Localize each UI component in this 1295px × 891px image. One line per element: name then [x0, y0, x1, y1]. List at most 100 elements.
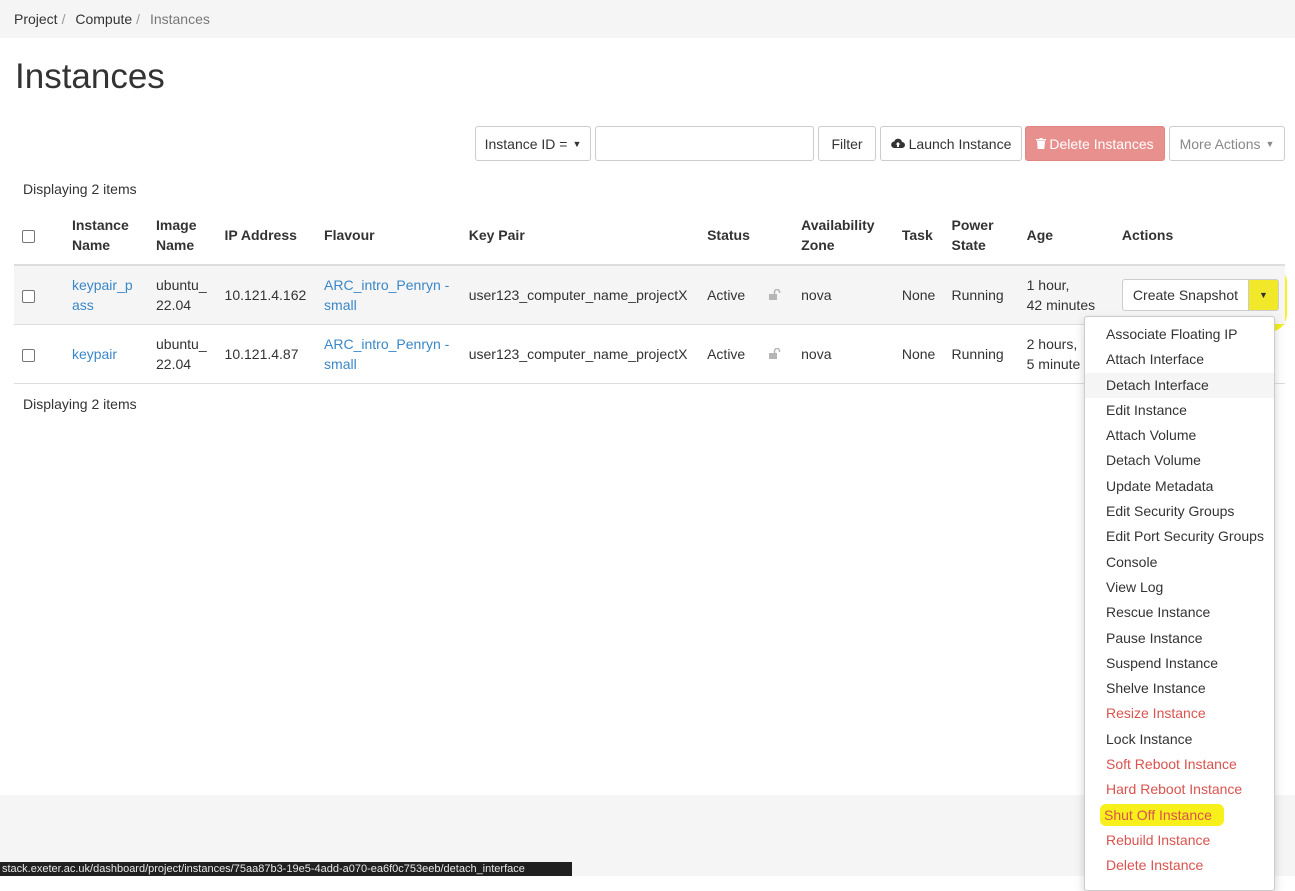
row-select-cell — [14, 265, 66, 325]
menu-item-shelve-instance[interactable]: Shelve Instance — [1085, 676, 1274, 701]
launch-instance-label: Launch Instance — [908, 135, 1012, 152]
row-checkbox[interactable] — [22, 348, 35, 362]
row-select-cell — [14, 324, 66, 384]
filter-field-select[interactable]: Instance ID = ▼ — [475, 126, 591, 161]
menu-item-label: Attach Interface — [1106, 351, 1205, 368]
status-text: Active — [707, 286, 746, 303]
image-name-text: 22.04 — [156, 297, 192, 313]
filter-button-label: Filter — [831, 135, 863, 152]
image-name-cell: ubuntu_ 22.04 — [150, 265, 219, 325]
instance-name-text: keypair — [71, 346, 118, 362]
header-image-name[interactable]: Image Name — [150, 206, 219, 266]
breadcrumb-compute[interactable]: Compute — [75, 11, 132, 27]
task-cell: None — [895, 265, 946, 325]
header-label: Status — [707, 227, 750, 243]
flavour-text: ARC_intro_Penryn - — [324, 336, 450, 352]
instance-name-link[interactable]: keypair_p ass — [72, 277, 133, 313]
instance-actions-menu: Associate Floating IP Attach Interface Det… — [1084, 316, 1275, 891]
menu-item-detach-interface[interactable]: Detach Interface — [1085, 372, 1274, 398]
age-text: 5 minute — [1026, 356, 1081, 372]
menu-item-label: Pause Instance — [1106, 629, 1203, 646]
header-availability-zone[interactable]: Availability Zone — [795, 206, 896, 266]
select-all-header — [14, 206, 66, 266]
menu-item-label: Detach Interface — [1106, 376, 1209, 393]
menu-item-label: Rescue Instance — [1106, 604, 1211, 621]
header-label: Actions — [1121, 227, 1174, 243]
header-ip-address[interactable]: IP Address — [218, 206, 319, 266]
menu-item-label: Edit Port Security Groups — [1106, 528, 1264, 545]
table-header-row: Instance Name Image Name IP Address Flav… — [14, 206, 1285, 266]
menu-item-associate-floating-ip[interactable]: Associate Floating IP — [1085, 322, 1274, 347]
header-label: Age — [1026, 227, 1054, 243]
filter-button[interactable]: Filter — [818, 126, 876, 161]
menu-item-view-log[interactable]: View Log — [1085, 575, 1274, 600]
filter-input[interactable] — [595, 126, 814, 161]
instance-name-cell: keypair_p ass — [65, 265, 151, 325]
header-age[interactable]: Age — [1020, 206, 1116, 266]
row-checkbox[interactable] — [22, 289, 35, 303]
select-all-checkbox[interactable] — [22, 229, 35, 243]
instance-name-link[interactable]: keypair — [72, 346, 117, 362]
flavour-link[interactable]: ARC_intro_Penryn - small — [324, 336, 449, 372]
actions-dropdown-toggle[interactable]: ▼ — [1249, 279, 1279, 311]
more-actions-button[interactable]: More Actions ▼ — [1169, 126, 1285, 161]
status-cell: Active — [701, 324, 796, 384]
status-text: Active — [707, 345, 746, 362]
menu-item-label: Shelve Instance — [1106, 680, 1206, 697]
create-snapshot-button[interactable]: Create Snapshot — [1121, 279, 1249, 311]
availability-zone-cell: nova — [795, 265, 896, 325]
menu-item-shut-off-instance[interactable]: Shut Off Instance — [1085, 803, 1274, 828]
flavour-text: small — [324, 297, 357, 313]
menu-item-console[interactable]: Console — [1085, 550, 1274, 575]
header-instance-name[interactable]: Instance Name — [65, 206, 151, 266]
menu-item-attach-volume[interactable]: Attach Volume — [1085, 423, 1274, 448]
unlock-icon — [765, 288, 780, 303]
header-key-pair[interactable]: Key Pair — [462, 206, 702, 266]
menu-item-resize-instance[interactable]: Resize Instance — [1085, 701, 1274, 726]
menu-item-label: Rebuild Instance — [1106, 831, 1211, 848]
instance-name-text: keypair_p — [71, 277, 133, 293]
menu-item-label: Suspend Instance — [1106, 654, 1219, 671]
key-pair-cell: user123_computer_name_projectX — [462, 324, 702, 384]
menu-item-soft-reboot-instance[interactable]: Soft Reboot Instance — [1085, 752, 1274, 777]
launch-instance-button[interactable]: Launch Instance — [880, 126, 1022, 161]
menu-item-lock-instance[interactable]: Lock Instance — [1085, 727, 1274, 752]
header-power-state[interactable]: Power State — [945, 206, 1021, 266]
breadcrumb: Project / Compute / Instances — [0, 0, 1295, 38]
menu-item-label: Resize Instance — [1106, 705, 1206, 722]
menu-item-update-metadata[interactable]: Update Metadata — [1085, 474, 1274, 499]
menu-item-edit-port-security-groups[interactable]: Edit Port Security Groups — [1085, 524, 1274, 549]
flavour-link[interactable]: ARC_intro_Penryn - small — [324, 277, 449, 313]
flavour-text: small — [324, 356, 357, 372]
image-name-cell: ubuntu_ 22.04 — [150, 324, 219, 384]
breadcrumb-separator: / — [61, 11, 66, 27]
menu-item-label: Edit Security Groups — [1106, 503, 1235, 520]
menu-item-pause-instance[interactable]: Pause Instance — [1085, 626, 1274, 651]
menu-item-edit-instance[interactable]: Edit Instance — [1085, 398, 1274, 423]
delete-instances-button[interactable]: Delete Instances — [1025, 126, 1165, 161]
row-action-group: Create Snapshot ▼ — [1121, 279, 1279, 311]
menu-item-label: Soft Reboot Instance — [1106, 756, 1237, 773]
image-name-text: ubuntu_ — [156, 336, 207, 352]
header-actions: Actions — [1115, 206, 1285, 266]
menu-item-attach-interface[interactable]: Attach Interface — [1085, 347, 1274, 372]
header-status[interactable]: Status — [701, 206, 796, 266]
menu-item-rescue-instance[interactable]: Rescue Instance — [1085, 600, 1274, 625]
menu-item-label: Detach Volume — [1106, 452, 1201, 469]
status-cell: Active — [701, 265, 796, 325]
header-task[interactable]: Task — [895, 206, 946, 266]
header-label: Key Pair — [468, 227, 525, 243]
status-bar-url: stack.exeter.ac.uk/dashboard/project/ins… — [0, 862, 572, 876]
menu-item-suspend-instance[interactable]: Suspend Instance — [1085, 651, 1274, 676]
menu-item-edit-security-groups[interactable]: Edit Security Groups — [1085, 499, 1274, 524]
menu-item-label: Edit Instance — [1106, 401, 1187, 418]
menu-item-rebuild-instance[interactable]: Rebuild Instance — [1085, 828, 1274, 853]
menu-item-delete-instance[interactable]: Delete Instance — [1085, 853, 1274, 878]
menu-item-hard-reboot-instance[interactable]: Hard Reboot Instance — [1085, 777, 1274, 802]
page-title: Instances — [15, 57, 165, 96]
trash-icon — [1036, 136, 1047, 152]
header-flavour[interactable]: Flavour — [318, 206, 463, 266]
menu-item-detach-volume[interactable]: Detach Volume — [1085, 448, 1274, 473]
breadcrumb-project[interactable]: Project — [14, 11, 58, 27]
menu-item-label: Lock Instance — [1106, 730, 1193, 747]
